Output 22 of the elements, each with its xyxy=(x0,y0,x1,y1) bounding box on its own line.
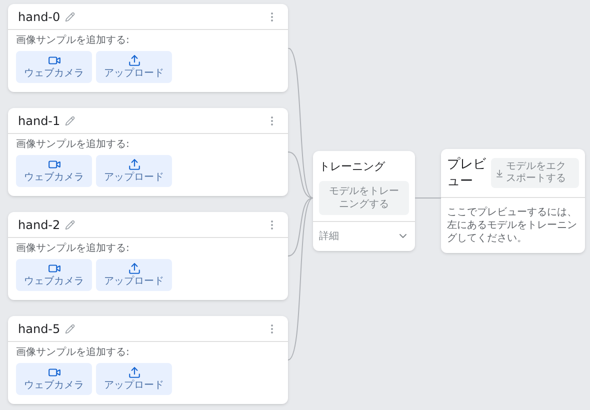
class-name: hand-0 xyxy=(18,8,60,26)
preview-message: ここでプレビューするには、左にあるモデルをトレーニングしてください。 xyxy=(446,206,578,246)
upload-button[interactable]: アップロード xyxy=(96,363,172,395)
webcam-button[interactable]: ウェブカメラ xyxy=(16,51,92,83)
class-name: hand-2 xyxy=(18,216,60,234)
add-samples-label: 画像サンプルを追加する: xyxy=(16,242,130,255)
export-model-button[interactable]: モデルをエクスポートする xyxy=(491,158,579,188)
webcam-button[interactable]: ウェブカメラ xyxy=(16,363,92,395)
add-samples-label: 画像サンプルを追加する: xyxy=(16,34,130,47)
add-samples-label: 画像サンプルを追加する: xyxy=(16,346,130,359)
details-label[interactable]: 詳細 xyxy=(319,228,339,244)
preview-title: プレビュー xyxy=(447,156,487,190)
train-model-button[interactable]: モデルをトレーニングする xyxy=(319,180,409,215)
upload-button[interactable]: アップロード xyxy=(96,155,172,187)
upload-button[interactable]: アップロード xyxy=(96,51,172,83)
webcam-button[interactable]: ウェブカメラ xyxy=(16,155,92,187)
class-name: hand-1 xyxy=(18,112,60,130)
add-samples-label: 画像サンプルを追加する: xyxy=(16,138,130,151)
webcam-button[interactable]: ウェブカメラ xyxy=(16,259,92,291)
upload-button[interactable]: アップロード xyxy=(96,259,172,291)
training-title: トレーニング xyxy=(318,159,386,176)
class-name: hand-5 xyxy=(18,320,60,338)
